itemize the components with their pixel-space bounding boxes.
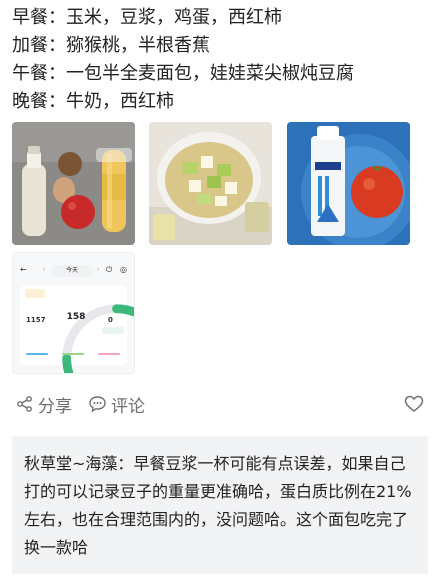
share-label: 分享 [38,396,72,417]
app-screenshot-content: ← ‹ 今天 › ⏻ ◎ 1157 158 0 [13,253,134,373]
app-left-caption [26,309,27,313]
meal-label: 早餐 [12,7,48,28]
app-center-value: 158 [66,312,86,322]
meal-label: 晚餐 [12,91,48,112]
app-nutrition-card: 1157 158 0 [20,285,134,373]
app-right-caption [106,309,107,313]
reply-comment: 秋草堂~海藻：早餐豆浆一杯可能有点误差，如果自己打的可以记录豆子的重量更准确哈，… [12,436,428,574]
post-action-bar: 分享 评论 [16,392,428,417]
chevron-left-icon: ‹ [43,266,46,273]
app-right-button [102,327,124,334]
macro-bar [62,353,84,355]
dinner-photo[interactable] [287,122,410,245]
target-icon: ◎ [120,265,127,274]
app-date-pill: 今天 [51,265,93,277]
app-screenshot[interactable]: ← ‹ 今天 › ⏻ ◎ 1157 158 0 [12,252,135,374]
comment-author[interactable]: 秋草堂~海藻 [24,454,117,473]
meal-line-snack: 加餐：猕猴桃，半根香蕉 [12,35,210,56]
share-icon [17,396,32,412]
power-icon: ⏻ [106,265,113,274]
meal-line-dinner: 晚餐：牛奶，西红柿 [12,91,174,112]
back-arrow-icon: ← [20,265,27,274]
breakfast-photo-image [12,122,135,245]
comment-label: 评论 [111,396,145,417]
breakfast-photo[interactable] [12,122,135,245]
app-right-value: 0 [108,316,113,324]
comment-icon [89,396,106,413]
meal-content: 猕猴桃，半根香蕉 [66,35,210,56]
meal-line-breakfast: 早餐：玉米，豆浆，鸡蛋，西红柿 [12,7,282,28]
meal-content: 玉米，豆浆，鸡蛋，西红柿 [66,7,282,28]
like-button[interactable] [404,392,428,416]
macro-bar [98,353,120,355]
app-progress-ring [62,304,134,373]
meal-log: 早餐：玉米，豆浆，鸡蛋，西红柿 加餐：猕猴桃，半根香蕉 午餐：一包半全麦面包，娃… [12,4,432,116]
heart-icon [404,395,424,412]
meal-label: 加餐 [12,35,48,56]
share-button[interactable]: 分享 [16,392,72,417]
dinner-photo-image [287,122,410,245]
meal-content: 一包半全麦面包，娃娃菜尖椒炖豆腐 [66,63,354,84]
comment-button[interactable]: 评论 [88,392,145,417]
app-macro-bars [26,347,122,361]
app-tag-badge [25,289,46,298]
meal-content: 牛奶，西红柿 [66,91,174,112]
chevron-right-icon: › [97,266,100,273]
app-header: ← ‹ 今天 › ⏻ ◎ [13,265,134,279]
lunch-photo[interactable] [149,122,272,245]
lunch-photo-image [149,122,272,245]
reply-comment-body: 秋草堂~海藻：早餐豆浆一杯可能有点误差，如果自己打的可以记录豆子的重量更准确哈，… [24,454,412,557]
meal-line-lunch: 午餐：一包半全麦面包，娃娃菜尖椒炖豆腐 [12,63,354,84]
macro-bar [26,353,48,355]
app-left-value: 1157 [26,316,46,324]
meal-label: 午餐 [12,63,48,84]
